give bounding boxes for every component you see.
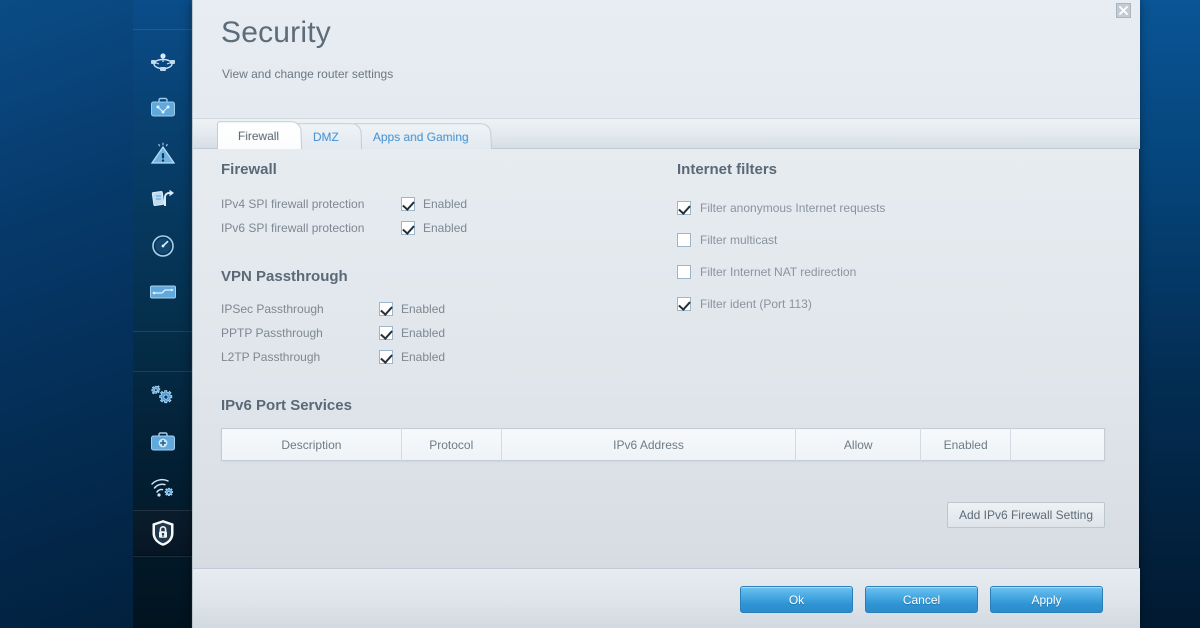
filter-anonymous-requests-checkbox[interactable] [677, 201, 691, 215]
option-row-ipv4-spi: IPv4 SPI firewall protection Enabled [221, 192, 641, 216]
vpn-passthrough-heading: VPN Passthrough [221, 268, 348, 285]
option-row-ipsec-passthrough: IPSec Passthrough Enabled [221, 297, 641, 321]
filter-multicast-label: Filter multicast [700, 233, 778, 247]
ipv4-spi-label: IPv4 SPI firewall protection [221, 197, 365, 211]
table-header-row: Description Protocol IPv6 Address Allow … [221, 428, 1105, 461]
column-header-allow: Allow [795, 428, 922, 461]
shield-lock-icon [150, 519, 176, 547]
firewall-heading: Firewall [221, 161, 277, 178]
sidebar-item-connectivity[interactable] [133, 373, 192, 419]
warning-triangle-icon [150, 142, 176, 166]
option-row-ipv6-spi: IPv6 SPI firewall protection Enabled [221, 216, 641, 240]
ipv6-spi-state: Enabled [423, 221, 468, 235]
desktop-right-gradient [1138, 0, 1200, 628]
internet-filters-heading: Internet filters [677, 161, 778, 178]
option-row-l2tp-passthrough: L2TP Passthrough Enabled [221, 345, 641, 369]
pptp-passthrough-label: PPTP Passthrough [221, 326, 323, 340]
filter-row-anonymous-requests: Filter anonymous Internet requests [677, 192, 1097, 224]
column-header-protocol: Protocol [401, 428, 502, 461]
network-map-icon [149, 51, 177, 73]
column-header-enabled: Enabled [920, 428, 1012, 461]
ok-button-label: Ok [788, 592, 805, 607]
tab-dmz[interactable]: DMZ [292, 123, 363, 149]
filter-ident-checkbox[interactable] [677, 297, 691, 311]
filter-row-ident-port-113: Filter ident (Port 113) [677, 288, 1097, 320]
add-ipv6-firewall-setting-button[interactable]: Add IPv6 Firewall Setting [946, 502, 1105, 528]
ipsec-passthrough-checkbox[interactable] [379, 302, 393, 316]
pptp-passthrough-checkbox[interactable] [379, 326, 393, 340]
page-title: Security [221, 16, 331, 49]
sidebar-item-guest-access[interactable] [133, 85, 192, 131]
sidebar-top-strip [133, 0, 192, 30]
l2tp-passthrough-state: Enabled [401, 350, 446, 364]
briefcase-network-icon [150, 97, 176, 119]
ipsec-passthrough-label: IPSec Passthrough [221, 302, 324, 316]
filter-row-nat-redirection: Filter Internet NAT redirection [677, 256, 1097, 288]
tab-firewall[interactable]: Firewall [217, 121, 303, 149]
wifi-gear-icon [149, 477, 177, 499]
page-subtitle: View and change router settings [222, 67, 394, 81]
close-icon[interactable] [1116, 3, 1131, 18]
filter-anonymous-requests-label: Filter anonymous Internet requests [700, 201, 886, 215]
right-column: Internet filters Filter anonymous Intern… [677, 161, 1097, 320]
ipv6-port-services-heading: IPv6 Port Services [221, 397, 352, 414]
left-column: Firewall IPv4 SPI firewall protection En… [221, 161, 641, 369]
l2tp-passthrough-label: L2TP Passthrough [221, 350, 321, 364]
tab-apps-and-gaming[interactable]: Apps and Gaming [352, 123, 493, 149]
sidebar-item-parental-controls[interactable] [133, 131, 192, 177]
ipv4-spi-state: Enabled [423, 197, 468, 211]
ipv4-spi-checkbox[interactable] [401, 197, 415, 211]
dialog-header: Security View and change router settings [193, 0, 1140, 119]
filter-ident-label: Filter ident (Port 113) [700, 297, 812, 311]
column-header-actions [1010, 428, 1105, 461]
ipv6-port-services-table: Description Protocol IPv6 Address Allow … [221, 428, 1105, 461]
tab-apps-and-gaming-label: Apps and Gaming [373, 129, 470, 144]
sidebar-divider-1 [133, 331, 192, 332]
external-storage-icon [149, 282, 177, 302]
filter-multicast-checkbox[interactable] [677, 233, 691, 247]
sidebar-item-usb-storage[interactable] [133, 269, 192, 315]
dialog-content: Firewall IPv4 SPI firewall protection En… [193, 149, 1140, 568]
apply-button-label: Apply [1031, 592, 1062, 607]
ipsec-passthrough-state: Enabled [401, 302, 446, 316]
desktop-background: Security View and change router settings… [0, 0, 1200, 628]
sidebar-item-wireless[interactable] [133, 465, 192, 511]
sidebar-item-network-map[interactable] [133, 39, 192, 85]
sidebar-item-media-prioritization[interactable] [133, 177, 192, 223]
gears-icon [149, 384, 177, 408]
ipv6-port-services-section: IPv6 Port Services Description Protocol … [221, 397, 1111, 528]
add-ipv6-firewall-setting-label: Add IPv6 Firewall Setting [958, 508, 1093, 522]
security-dialog: Security View and change router settings… [192, 0, 1140, 628]
sidebar-item-troubleshooting[interactable] [133, 419, 192, 465]
sidebar-divider-2 [133, 371, 192, 372]
option-row-pptp-passthrough: PPTP Passthrough Enabled [221, 321, 641, 345]
ok-button[interactable]: Ok [740, 586, 853, 613]
filter-nat-redirection-checkbox[interactable] [677, 265, 691, 279]
ipv6-spi-label: IPv6 SPI firewall protection [221, 221, 365, 235]
sidebar-icon-rail [133, 0, 321, 628]
tab-dmz-label: DMZ [313, 129, 340, 144]
cancel-button-label: Cancel [902, 592, 941, 607]
sidebar-divider-3 [133, 556, 192, 557]
sidebar-item-speed-test[interactable] [133, 223, 192, 269]
tab-bar: Firewall DMZ Apps and Gaming [193, 119, 1140, 149]
sidebar-item-security[interactable] [133, 510, 192, 556]
ipv6-spi-checkbox[interactable] [401, 221, 415, 235]
column-header-ipv6-address: IPv6 Address [501, 428, 797, 461]
dialog-footer: Ok Cancel Apply [193, 568, 1140, 628]
l2tp-passthrough-checkbox[interactable] [379, 350, 393, 364]
documents-transfer-icon [150, 188, 176, 212]
tab-firewall-label: Firewall [237, 128, 280, 143]
first-aid-kit-icon [150, 431, 176, 453]
column-header-description: Description [221, 428, 402, 461]
filter-row-multicast: Filter multicast [677, 224, 1097, 256]
speed-gauge-icon [150, 233, 176, 259]
cancel-button[interactable]: Cancel [865, 586, 978, 613]
apply-button[interactable]: Apply [990, 586, 1103, 613]
filter-nat-redirection-label: Filter Internet NAT redirection [700, 265, 857, 279]
pptp-passthrough-state: Enabled [401, 326, 446, 340]
